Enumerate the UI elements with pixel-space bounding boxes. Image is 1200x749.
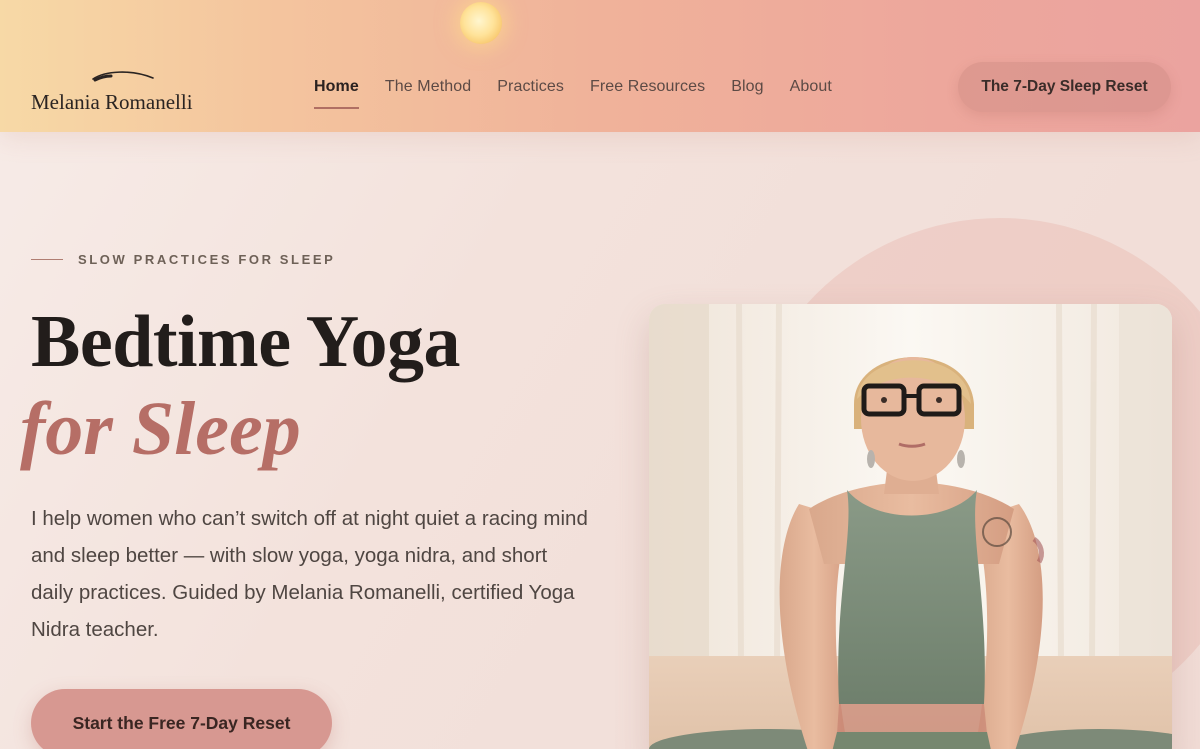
eyebrow-divider	[31, 259, 63, 260]
logo[interactable]: Melania Romanelli	[31, 68, 231, 118]
hero-title-line2: for Sleep	[20, 387, 301, 471]
nav-blog[interactable]: Blog	[731, 78, 763, 96]
nav-about[interactable]: About	[790, 78, 832, 96]
sleep-reset-button[interactable]: The 7-Day Sleep Reset	[958, 62, 1171, 112]
hero-photo	[649, 304, 1172, 749]
start-reset-button[interactable]: Start the Free 7-Day Reset	[31, 689, 332, 749]
main-nav: Home The Method Practices Free Resources…	[314, 78, 858, 109]
instructor-illustration	[649, 304, 1172, 749]
eyebrow-text: SLOW PRACTICES FOR SLEEP	[78, 252, 336, 267]
sun-orb-icon	[460, 2, 502, 44]
nav-free-resources[interactable]: Free Resources	[590, 78, 705, 96]
hero-title-line1: Bedtime Yoga	[31, 301, 461, 383]
crescent-brush-icon	[92, 71, 154, 82]
nav-home[interactable]: Home	[314, 78, 359, 109]
nav-practices[interactable]: Practices	[497, 78, 564, 96]
nav-the-method[interactable]: The Method	[385, 78, 471, 96]
eyebrow: SLOW PRACTICES FOR SLEEP	[31, 252, 335, 267]
brand-name: Melania Romanelli	[31, 90, 193, 114]
hero-intro: I help women who can’t switch off at nig…	[31, 507, 588, 641]
site-header: Melania Romanelli Home The Method Practi…	[0, 0, 1200, 132]
